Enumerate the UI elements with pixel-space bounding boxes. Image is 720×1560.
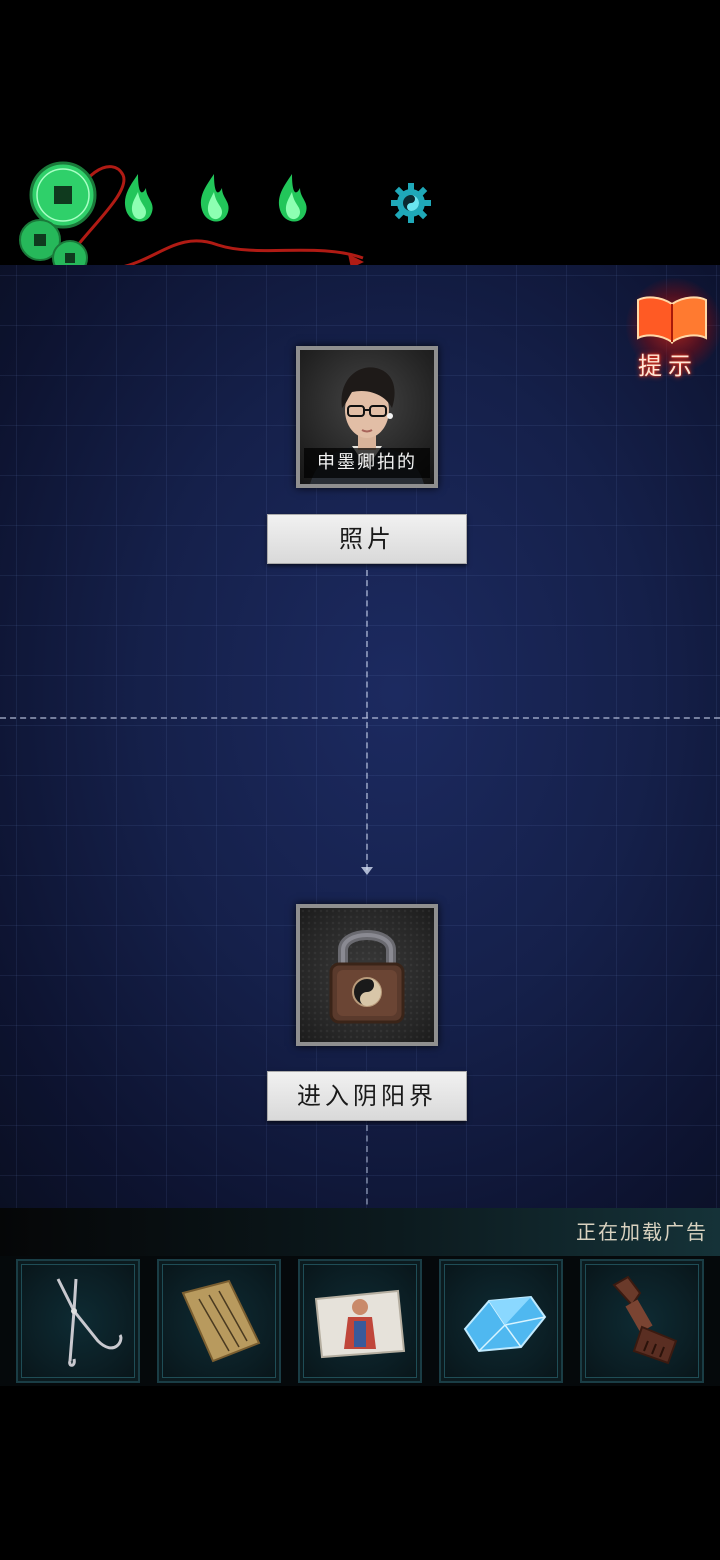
green-flame-icon	[278, 174, 307, 222]
photo-node-label[interactable]: 照片	[267, 514, 467, 564]
game-screen: 提示 申墨卿拍的 照片 进入阴阳界 正在加载广告	[0, 0, 720, 1560]
hint-button[interactable]: 提示	[620, 272, 720, 382]
wooden-comb-icon	[612, 1275, 678, 1365]
inventory-slot-paper-figure[interactable]	[298, 1259, 422, 1383]
photo-caption: 申墨卿拍的	[304, 448, 430, 478]
connector-line	[366, 570, 368, 870]
connector-line-lower	[366, 1125, 368, 1215]
taiji-padlock-icon	[329, 930, 405, 1024]
green-flame-icon	[124, 174, 153, 222]
hint-label: 提示	[638, 352, 698, 380]
enter-underworld-label[interactable]: 进入阴阳界	[267, 1071, 467, 1121]
green-flame-icon	[200, 174, 229, 222]
inventory-slot-tongs[interactable]	[16, 1259, 140, 1383]
inventory-slot-comb[interactable]	[580, 1259, 704, 1383]
top-hud	[0, 130, 720, 270]
paper-figure-icon	[314, 1289, 406, 1359]
ad-loading-text: 正在加载广告	[576, 1220, 708, 1244]
locked-clue-card[interactable]	[296, 904, 438, 1046]
tongs-icon	[56, 1278, 123, 1367]
inventory-slot-crystal[interactable]	[439, 1259, 563, 1383]
horizontal-divider	[0, 717, 720, 719]
blue-crystal-icon	[463, 1295, 547, 1353]
ad-loading-bar: 正在加载广告	[0, 1208, 720, 1256]
photo-clue-card[interactable]: 申墨卿拍的	[296, 346, 438, 488]
red-book-icon	[637, 296, 707, 344]
inventory-slot-talisman[interactable]	[157, 1259, 281, 1383]
gear-icon[interactable]	[390, 182, 432, 224]
connector-arrow-icon	[361, 867, 373, 875]
talisman-scroll-icon	[181, 1279, 261, 1363]
inventory-bar	[0, 1256, 720, 1386]
